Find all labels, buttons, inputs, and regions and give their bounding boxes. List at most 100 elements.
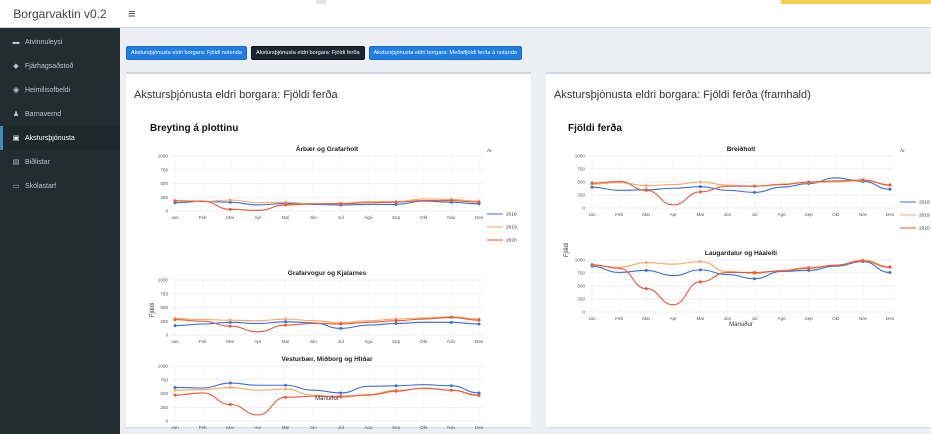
sidebar-item-heimilisofbeldi[interactable]: ◉ Heimilisofbeldi bbox=[0, 78, 120, 102]
legend-label: 2020 bbox=[506, 238, 517, 244]
x-tick-label: Feb bbox=[615, 212, 623, 217]
x-tick-label: Júl bbox=[752, 316, 758, 321]
data-point-2020 bbox=[339, 394, 343, 398]
data-point-2019 bbox=[698, 180, 702, 184]
y-tick-label: 750 bbox=[577, 271, 585, 276]
data-point-2019 bbox=[173, 388, 177, 392]
legend-label: 2018 bbox=[506, 212, 517, 218]
topbar-indicator bbox=[316, 0, 326, 4]
main-content: Akstursþjónusta eldri borgara: Fjöldi no… bbox=[120, 28, 931, 434]
topbar-accent-bar bbox=[781, 0, 931, 4]
line-chart-right: Fjöldi ferða Breiðholt 0 250 500 750 1000 Jan Fe… bbox=[564, 122, 930, 328]
data-point-2019 bbox=[284, 317, 288, 321]
x-tick-label: Okt bbox=[420, 339, 428, 344]
x-tick-label: Mar bbox=[642, 316, 650, 321]
tab-fjoldi-ferda[interactable]: Akstursþjónusta eldri borgara: Fjöldi fe… bbox=[251, 46, 365, 60]
y-tick-label: 500 bbox=[577, 284, 585, 289]
x-tick-label: Nóv bbox=[447, 339, 456, 344]
sidebar-item-aksturs-j-nusta[interactable]: ▣ Akstursþjónusta bbox=[0, 126, 120, 150]
x-tick-label: Mar bbox=[642, 212, 650, 217]
sidebar-item-label: Biðlistar bbox=[25, 158, 50, 166]
data-point-2020 bbox=[449, 315, 453, 319]
sidebar: ▬ Atvinnuleysi ◆ Fjárhagsaðstoð ◉ Heimilisofb… bbox=[0, 28, 120, 434]
data-point-2018 bbox=[477, 322, 481, 326]
data-point-2018 bbox=[173, 385, 177, 389]
y-tick-label: 0 bbox=[582, 206, 585, 211]
x-tick-label: Apr bbox=[254, 425, 262, 429]
x-tick-label: Júl bbox=[338, 425, 344, 429]
x-tick-label: Sep bbox=[392, 425, 401, 429]
x-tick-label: Feb bbox=[199, 215, 207, 220]
y-tick-label: 250 bbox=[160, 405, 168, 410]
x-tick-label: Ágú bbox=[364, 214, 373, 220]
data-point-2020 bbox=[590, 181, 594, 185]
x-tick-label: Jún bbox=[309, 215, 317, 220]
tab-medalfjoldi-ferda[interactable]: Akstursþjónusta eldri borgara: Meðalfjöl… bbox=[368, 46, 522, 60]
data-point-2018 bbox=[228, 381, 232, 385]
x-tick-label: Apr bbox=[254, 339, 262, 344]
data-point-2018 bbox=[339, 326, 343, 330]
briefcase-icon: ▬ bbox=[12, 38, 20, 46]
eye-icon: ◉ bbox=[12, 87, 20, 94]
y-tick-label: 500 bbox=[160, 305, 168, 310]
data-point-2020 bbox=[477, 393, 481, 397]
x-tick-label: Ágú bbox=[364, 424, 373, 429]
x-tick-label: Nóv bbox=[447, 215, 456, 220]
hamburger-icon[interactable]: ≡ bbox=[128, 6, 136, 21]
y-tick-label: 0 bbox=[165, 333, 168, 338]
x-tick-label: Nóv bbox=[859, 212, 868, 217]
sidebar-item-bi-listar[interactable]: ▤ Biðlistar bbox=[0, 150, 120, 174]
data-point-2019 bbox=[644, 184, 648, 188]
data-point-2019 bbox=[228, 318, 232, 322]
y-tick-label: 1000 bbox=[575, 154, 586, 159]
legend-title: Ár bbox=[900, 147, 905, 154]
data-point-2020 bbox=[753, 184, 757, 188]
x-tick-label: Jan bbox=[588, 212, 596, 217]
tab-fjoldi-notenda[interactable]: Akstursþjónusta eldri borgara: Fjöldi no… bbox=[126, 46, 248, 60]
y-tick-label: 1000 bbox=[575, 258, 586, 263]
data-point-2018 bbox=[888, 270, 892, 274]
data-point-2020 bbox=[888, 183, 892, 187]
x-tick-label: Jan bbox=[171, 425, 179, 429]
data-point-2020 bbox=[284, 323, 288, 327]
x-tick-label: Jún bbox=[724, 212, 732, 217]
data-point-2018 bbox=[753, 277, 757, 281]
legend-label: 2020 bbox=[919, 226, 930, 232]
x-tick-label: Sep bbox=[392, 215, 401, 220]
sidebar-item-barnavernd[interactable]: ♟ Barnavernd bbox=[0, 102, 120, 126]
data-point-2020 bbox=[644, 287, 648, 291]
data-point-2018 bbox=[449, 384, 453, 388]
x-tick-label: Jan bbox=[171, 215, 179, 220]
x-tick-label: Feb bbox=[199, 425, 207, 429]
app-logo[interactable]: Borgarvaktin v0.2 bbox=[0, 0, 120, 28]
data-point-2020 bbox=[888, 265, 892, 269]
sidebar-item-fj-rhagsa-sto-[interactable]: ◆ Fjárhagsaðstoð bbox=[0, 54, 120, 78]
data-point-2020 bbox=[698, 190, 702, 194]
plot-title: Breyting á plottinu bbox=[150, 123, 238, 134]
y-tick-label: 0 bbox=[165, 419, 168, 424]
sidebar-item-label: Fjárhagsaðstoð bbox=[25, 62, 74, 70]
sidebar-item-label: Akstursþjónusta bbox=[25, 134, 75, 142]
legend-label: 2019 bbox=[919, 213, 930, 219]
y-axis-label: Fjöldi bbox=[150, 303, 156, 317]
line-chart-left: Breyting á plottinu Árbær og Grafarholt 0 2… bbox=[150, 123, 517, 429]
x-tick-label: Des bbox=[886, 316, 895, 321]
x-tick-label: Maí bbox=[282, 339, 290, 344]
data-point-2019 bbox=[228, 385, 232, 389]
x-tick-label: Nóv bbox=[859, 316, 868, 321]
data-point-2020 bbox=[228, 207, 232, 211]
data-point-2018 bbox=[753, 190, 757, 194]
x-tick-label: Feb bbox=[615, 316, 623, 321]
data-point-2020 bbox=[807, 266, 811, 270]
x-tick-label: Mar bbox=[226, 215, 234, 220]
x-tick-label: Júl bbox=[752, 212, 758, 217]
sidebar-item-atvinnuleysi[interactable]: ▬ Atvinnuleysi bbox=[0, 30, 120, 54]
series-line-2020 bbox=[591, 179, 891, 206]
legend-title: Ár bbox=[487, 147, 492, 154]
series-line-2020 bbox=[591, 260, 891, 306]
sidebar-item-label: Barnavernd bbox=[25, 110, 62, 118]
y-tick-label: 1000 bbox=[158, 364, 169, 369]
data-point-2020 bbox=[477, 200, 481, 204]
sidebar-item-sk-lastarf[interactable]: ▭ Skólastarf bbox=[0, 174, 120, 198]
sidebar-item-label: Heimilisofbeldi bbox=[25, 86, 71, 94]
